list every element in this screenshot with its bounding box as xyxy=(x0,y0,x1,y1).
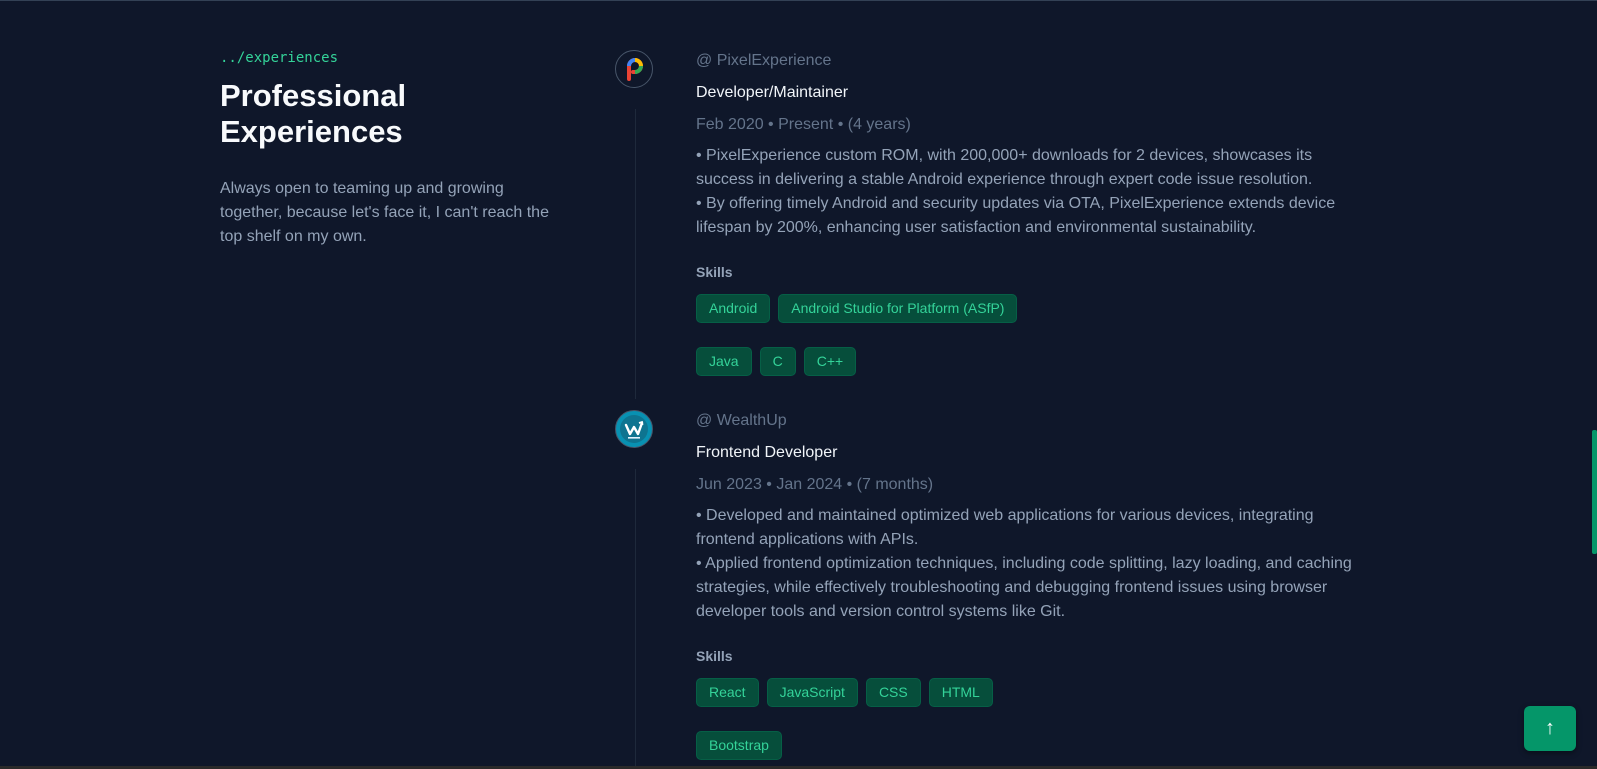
skill-tag: Java xyxy=(696,347,752,376)
job-dates: Jun 2023 • Jan 2024 • (7 months) xyxy=(696,476,934,493)
skill-tag: C xyxy=(759,347,796,376)
job-bullet: • Developed and maintained optimized web… xyxy=(696,507,1314,548)
timeline-line xyxy=(635,109,636,399)
arrow-up-icon: ↑ xyxy=(1545,717,1555,739)
skill-tag: React xyxy=(696,678,759,707)
company-name: @ WealthUp xyxy=(696,412,787,429)
breadcrumb[interactable]: ../experiences xyxy=(220,50,560,66)
job-bullet: • By offering timely Android and securit… xyxy=(696,195,1336,236)
job-bullet: • Applied frontend optimization techniqu… xyxy=(696,555,1352,620)
job-description: • Developed and maintained optimized web… xyxy=(696,504,1366,624)
skill-tag: Android Studio for Platform (ASfP) xyxy=(778,294,1018,323)
skill-tag: JavaScript xyxy=(766,678,858,707)
scroll-to-top-button[interactable]: ↑ xyxy=(1524,706,1576,751)
experience-timeline: @ PixelExperience Developer/Maintainer F… xyxy=(615,48,1375,769)
skill-tag: HTML xyxy=(928,678,993,707)
job-role: Developer/Maintainer xyxy=(696,84,849,101)
job-bullet: • PixelExperience custom ROM, with 200,0… xyxy=(696,147,1313,188)
job-dates: Feb 2020 • Present • (4 years) xyxy=(696,116,911,133)
timeline-line xyxy=(635,469,636,769)
pixelexperience-logo-icon xyxy=(615,50,653,88)
scrollbar-thumb[interactable] xyxy=(1592,430,1597,554)
skill-tag: Bootstrap xyxy=(696,731,782,760)
skills-heading: Skills xyxy=(696,264,733,280)
skills-heading: Skills xyxy=(696,648,733,664)
experience-item: @ WealthUp Frontend Developer Jun 2023 •… xyxy=(615,409,1375,769)
job-description: • PixelExperience custom ROM, with 200,0… xyxy=(696,144,1366,240)
skill-tag: C++ xyxy=(803,347,857,376)
intro-description: Always open to teaming up and growing to… xyxy=(220,180,549,245)
company-name: @ PixelExperience xyxy=(696,52,832,69)
skills-list: Android Android Studio for Platform (ASf… xyxy=(696,294,1366,376)
skill-tag: Android xyxy=(696,294,771,323)
wealthup-logo-icon xyxy=(615,410,653,448)
skills-list: React JavaScript CSS HTML Bootstrap xyxy=(696,678,1366,760)
page-title: Professional Experiences xyxy=(220,78,407,149)
experience-item: @ PixelExperience Developer/Maintainer F… xyxy=(615,49,1375,399)
job-role: Frontend Developer xyxy=(696,444,838,461)
intro-section: ../experiences Professional Experiences … xyxy=(220,50,560,249)
top-border xyxy=(0,0,1597,1)
skill-tag: CSS xyxy=(865,678,921,707)
